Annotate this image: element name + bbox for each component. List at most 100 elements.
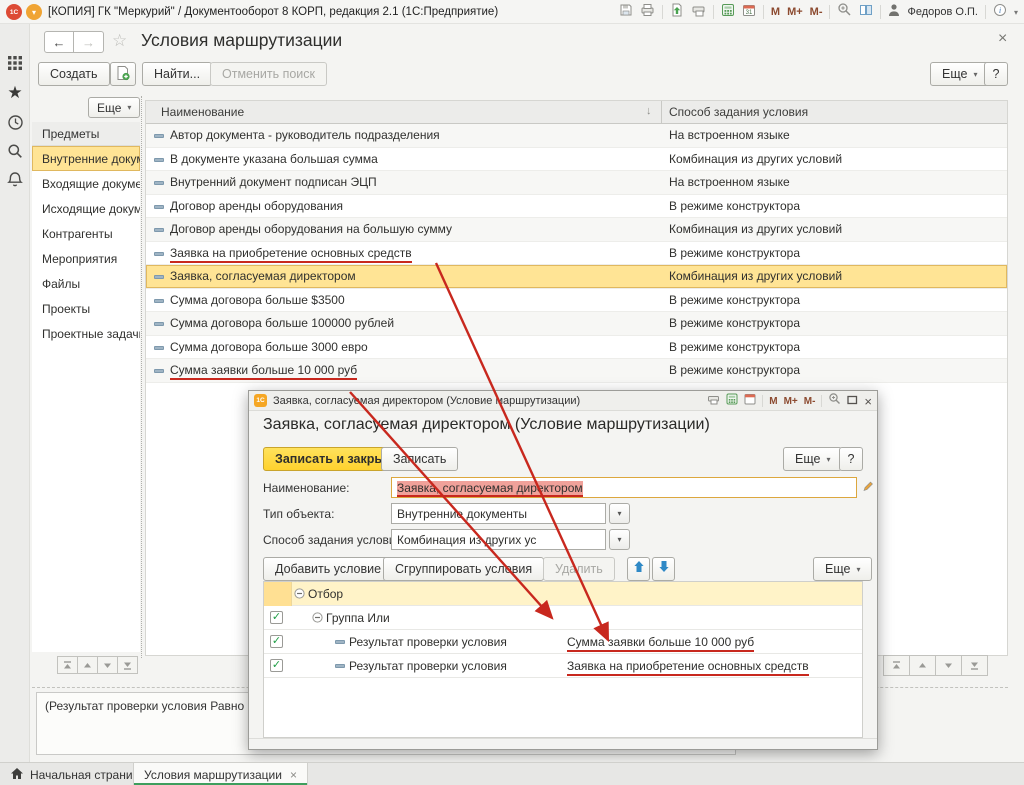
sidebar-item[interactable]: Проектные задачи: [32, 321, 140, 346]
memory-subtract-icon[interactable]: M-: [804, 396, 816, 407]
zoom-icon[interactable]: [837, 2, 852, 22]
object-type-dropdown-button[interactable]: ▾: [609, 503, 630, 524]
dialog-heading: Заявка, согласуемая директором (Условие …: [263, 416, 710, 433]
tree-more-button[interactable]: Еще ▾: [813, 557, 873, 581]
page-more-button[interactable]: Еще ▾: [930, 62, 990, 86]
copy-button[interactable]: [110, 62, 136, 86]
go-last-icon[interactable]: [117, 656, 138, 674]
notifications-bell-icon[interactable]: [0, 171, 30, 193]
memory-add-icon[interactable]: M+: [784, 396, 798, 407]
panel-splitter[interactable]: [141, 96, 142, 658]
go-last-icon[interactable]: [961, 655, 988, 676]
sidebar-item[interactable]: Входящие документы: [32, 171, 140, 196]
add-favorite-star-icon[interactable]: ☆: [112, 31, 127, 51]
delete-button[interactable]: Удалить: [543, 557, 615, 581]
close-icon[interactable]: ×: [864, 394, 872, 409]
name-field[interactable]: Заявка, согласуемая директором: [391, 477, 857, 498]
create-button[interactable]: Создать: [38, 62, 110, 86]
nav-forward-button[interactable]: →: [74, 31, 104, 53]
calculator-icon[interactable]: [721, 3, 735, 22]
sidebar-item[interactable]: Файлы: [32, 271, 140, 296]
table-row[interactable]: Сумма договора больше $3500 В режиме конс…: [146, 289, 1007, 312]
go-previous-icon[interactable]: [909, 655, 936, 676]
column-header-name[interactable]: Наименование: [161, 105, 244, 119]
favorites-star-icon[interactable]: ★: [0, 84, 30, 101]
row-name: Заявка на приобретение основных средств: [170, 245, 412, 260]
go-next-icon[interactable]: [97, 656, 118, 674]
table-row[interactable]: В документе указана большая сумма Комбина…: [146, 148, 1007, 171]
dialog-more-button[interactable]: Еще ▾: [783, 447, 843, 471]
table-row[interactable]: Сумма договора больше 100000 рублей В реж…: [146, 312, 1007, 336]
close-page-icon[interactable]: ×: [998, 30, 1007, 48]
go-next-icon[interactable]: [935, 655, 962, 676]
table-row[interactable]: Заявка на приобретение основных средств В…: [146, 242, 1007, 265]
info-icon[interactable]: i: [993, 3, 1007, 22]
cancel-search-button[interactable]: Отменить поиск: [210, 62, 328, 86]
tab-routing-conditions[interactable]: Условия маршрутизации ×: [133, 763, 308, 785]
sidebar-more-button[interactable]: Еще ▾: [88, 97, 141, 118]
table-row[interactable]: Внутренний документ подписан ЭЦП На встро…: [146, 171, 1007, 195]
help-button[interactable]: ?: [984, 62, 1008, 86]
memory-add-icon[interactable]: M+: [787, 6, 803, 18]
calendar-icon[interactable]: [744, 392, 756, 410]
tree-row[interactable]: ✓ Результат проверки условия Заявка на при…: [264, 654, 862, 678]
sections-grid-icon[interactable]: [0, 55, 30, 76]
calculator-icon[interactable]: [726, 392, 738, 410]
table-row[interactable]: Договор аренды оборудования на большую с…: [146, 218, 1007, 242]
app-title: [КОПИЯ] ГК "Меркурий" / Документооборот …: [48, 6, 499, 18]
sidebar-item[interactable]: Исходящие документы: [32, 196, 140, 221]
calendar-icon[interactable]: 31: [742, 3, 756, 22]
search-icon[interactable]: [0, 143, 30, 164]
nav-back-button[interactable]: ←: [44, 31, 74, 53]
table-row[interactable]: Договор аренды оборудования В режиме конс…: [146, 195, 1007, 218]
go-first-icon[interactable]: [883, 655, 910, 676]
condition-method-select[interactable]: Комбинация из других ус: [391, 529, 606, 550]
memory-store-icon[interactable]: M: [771, 6, 780, 18]
go-first-icon[interactable]: [57, 656, 78, 674]
sidebar-item[interactable]: Проекты: [32, 296, 140, 321]
table-row[interactable]: Заявка, согласуемая директором Комбинация…: [146, 265, 1007, 289]
condition-method-dropdown-button[interactable]: ▾: [609, 529, 630, 550]
print-preview-icon[interactable]: [691, 3, 706, 22]
move-down-button[interactable]: [652, 557, 675, 581]
zoom-icon[interactable]: [828, 392, 841, 410]
dialog-help-button[interactable]: ?: [839, 447, 863, 471]
chevron-down-icon[interactable]: ▾: [1014, 8, 1018, 17]
close-tab-icon[interactable]: ×: [290, 768, 297, 782]
sidebar-item[interactable]: Мероприятия: [32, 246, 140, 271]
print-preview-icon[interactable]: [707, 392, 720, 410]
sidebar-item[interactable]: Внутренние документы: [32, 146, 140, 171]
save-icon[interactable]: [619, 3, 633, 22]
checkbox[interactable]: ✓: [270, 635, 283, 648]
1c-logo-icon: 1С: [6, 4, 22, 20]
subjects-panel-header[interactable]: Предметы: [32, 122, 140, 146]
memory-subtract-icon[interactable]: M-: [810, 6, 823, 18]
save-button[interactable]: Записать: [381, 447, 459, 471]
tree-row[interactable]: ✓ Результат проверки условия Сумма заявки …: [264, 630, 862, 654]
column-header-method[interactable]: Способ задания условия: [669, 105, 808, 119]
send-document-icon[interactable]: [670, 3, 684, 22]
current-user[interactable]: Федоров О.П.: [907, 6, 978, 18]
table-row[interactable]: Сумма заявки больше 10 000 руб В режиме к…: [146, 359, 1007, 383]
find-button[interactable]: Найти...: [142, 62, 213, 86]
collapse-minus-icon[interactable]: [294, 588, 305, 602]
split-window-icon[interactable]: [859, 3, 873, 22]
sidebar-item[interactable]: Контрагенты: [32, 221, 140, 246]
checkbox[interactable]: ✓: [270, 659, 283, 672]
move-up-button[interactable]: [627, 557, 650, 581]
object-type-select[interactable]: Внутренние документы: [391, 503, 606, 524]
tree-row-root[interactable]: Отбор: [264, 582, 862, 606]
group-conditions-button[interactable]: Сгруппировать условия: [383, 557, 545, 581]
checkbox[interactable]: ✓: [270, 611, 283, 624]
table-row[interactable]: Сумма договора больше 3000 евро В режиме …: [146, 336, 1007, 359]
go-previous-icon[interactable]: [77, 656, 98, 674]
history-clock-icon[interactable]: [0, 114, 30, 136]
collapse-minus-icon[interactable]: [312, 612, 323, 626]
print-icon[interactable]: [640, 3, 655, 22]
table-row[interactable]: Автор документа - руководитель подраздел…: [146, 124, 1007, 148]
maximize-icon[interactable]: [847, 392, 858, 410]
add-condition-button[interactable]: Добавить условие: [263, 557, 394, 581]
memory-store-icon[interactable]: M: [769, 396, 777, 407]
tree-row-group[interactable]: ✓ Группа Или: [264, 606, 862, 630]
main-menu-button[interactable]: ▾: [26, 4, 42, 20]
